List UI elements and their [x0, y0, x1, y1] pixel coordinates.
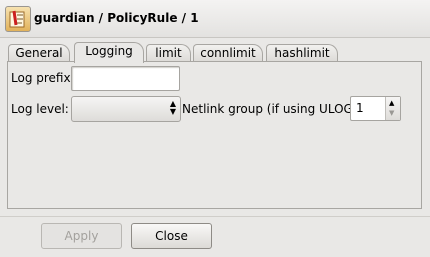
tab-logging[interactable]: Logging	[74, 42, 144, 63]
tab-limit[interactable]: limit	[146, 44, 191, 61]
up-down-arrows-icon: ▲ ▼	[169, 99, 176, 116]
netlink-group-value: 1	[356, 101, 364, 115]
tab-general[interactable]: General	[8, 44, 70, 61]
title-bar: guardian / PolicyRule / 1	[0, 0, 430, 38]
log-prefix-input[interactable]	[71, 66, 180, 91]
logging-panel: Log prefix: Log level: ▲ ▼ Netlink group …	[7, 61, 422, 209]
down-arrow-icon[interactable]: ▼	[389, 110, 394, 117]
footer-divider	[0, 216, 430, 217]
netlink-group-spinner[interactable]: 1 ▲ ▼	[350, 96, 401, 121]
tab-hashlimit[interactable]: hashlimit	[266, 44, 338, 61]
log-level-combo[interactable]: ▲ ▼	[71, 96, 181, 122]
netlink-group-label: Netlink group (if using ULOG):	[182, 102, 362, 116]
window-title: guardian / PolicyRule / 1	[34, 11, 199, 25]
firewall-policy-icon	[5, 6, 31, 32]
tab-connlimit[interactable]: connlimit	[193, 44, 263, 61]
log-prefix-label: Log prefix:	[11, 71, 75, 85]
spinner-buttons: ▲ ▼	[385, 97, 400, 120]
log-level-label: Log level:	[11, 102, 69, 116]
apply-button[interactable]: Apply	[41, 223, 122, 249]
up-arrow-icon[interactable]: ▲	[389, 100, 394, 107]
close-button[interactable]: Close	[131, 223, 212, 249]
